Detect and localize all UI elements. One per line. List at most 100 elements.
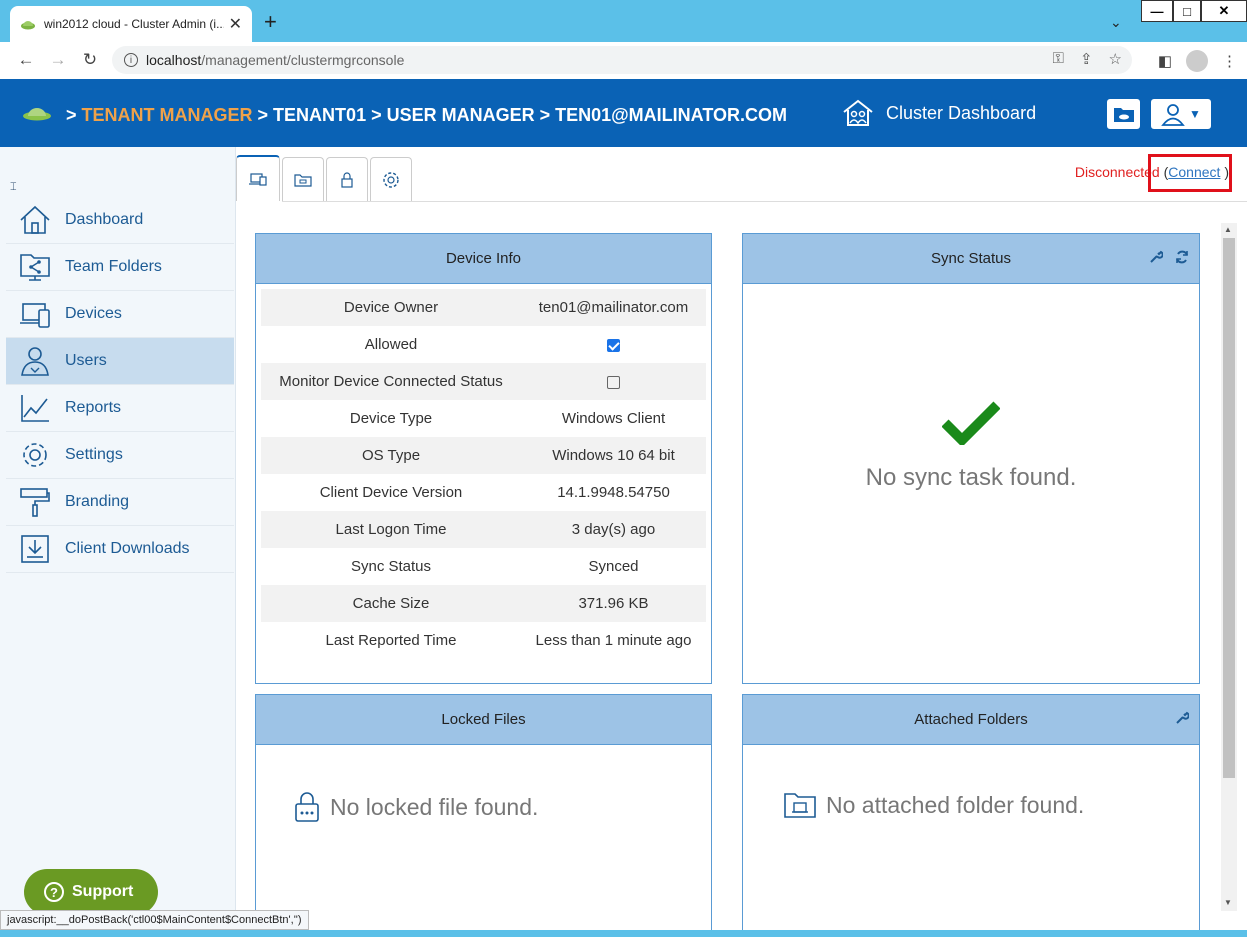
connect-highlight-box [1148,154,1232,192]
table-row: Last Logon Time 3 day(s) ago [261,511,706,548]
row-value: Windows 10 64 bit [552,447,675,464]
tab-folders[interactable] [282,157,324,201]
folder-icon [294,173,312,187]
maximize-button[interactable]: □ [1173,0,1201,22]
address-bar[interactable]: i localhost/management/clustermgrconsole… [112,46,1132,74]
line-chart-icon [18,391,52,425]
row-key: Cache Size [352,595,430,612]
scrollbar-thumb[interactable] [1223,238,1235,778]
row-value: ten01@mailinator.com [538,299,689,316]
tab-close-icon[interactable]: ✕ [229,14,242,34]
vertical-scrollbar[interactable]: ▲ ▼ [1221,223,1237,911]
main-content: Disconnected (Connect ) Device Info Devi… [236,147,1247,934]
browser-status-bar: javascript:__doPostBack('ctl00$MainConte… [0,910,309,930]
row-value: 371.96 KB [578,595,649,612]
menu-kebab-icon[interactable]: ⋮ [1222,52,1237,70]
attached-empty-message: No attached folder found. [826,791,1085,818]
sidebar-nav: Dashboard Team Folders Devices Users Rep… [6,197,234,573]
sidebar-item-label: Branding [65,493,130,510]
cloud-logo-icon[interactable] [22,105,52,121]
row-key: Last Logon Time [335,521,447,538]
tab-locked-files[interactable] [326,157,368,201]
key-icon[interactable]: ⚿ [1053,50,1064,68]
scroll-down-arrow-icon[interactable]: ▼ [1224,898,1232,907]
sidebar-item-users[interactable]: Users [6,338,234,385]
star-bookmark-icon[interactable]: ☆ [1109,50,1122,68]
row-value: 14.1.9948.54750 [557,484,670,501]
monitor-value [521,373,706,390]
device-icon [249,173,267,186]
sidebar-item-client-downloads[interactable]: Client Downloads [6,526,234,573]
monitor-status-checkbox[interactable] [607,375,620,389]
back-arrow-icon[interactable]: ← [10,50,42,70]
side-panel-icon[interactable]: ◧ [1158,52,1172,70]
attached-folders-panel: Attached Folders No attached folder foun… [742,694,1200,934]
allowed-checkbox[interactable] [607,338,620,352]
panel-tools [1175,711,1189,725]
support-button[interactable]: ? Support [24,869,158,915]
reload-icon[interactable]: ↻ [74,50,106,70]
forward-arrow-icon[interactable]: → [42,50,74,70]
url-text: localhost/management/clustermgrconsole [146,52,405,68]
device-tabs [236,155,412,201]
sidebar-item-team-folders[interactable]: Team Folders [6,244,234,291]
sidebar-item-devices[interactable]: Devices [6,291,234,338]
sidebar-item-label: Reports [65,399,122,416]
allowed-value [521,336,706,353]
user-menu-button[interactable]: ▼ [1151,99,1211,129]
sidebar: ⌶ Dashboard Team Folders Devices Users R… [0,147,236,915]
scroll-up-arrow-icon[interactable]: ▲ [1224,225,1232,234]
minimize-button[interactable]: — [1141,0,1173,22]
share-icon[interactable]: ⇪ [1080,50,1093,68]
users-icon [18,344,52,378]
device-info-panel: Device Info Device Owner ten01@mailinator… [255,233,712,684]
window-frame-bottom [0,930,1247,937]
cloud-folder-button[interactable] [1107,99,1140,129]
sidebar-item-dashboard[interactable]: Dashboard [6,197,234,244]
row-key: Last Reported Time [325,632,457,649]
sidebar-item-settings[interactable]: Settings [6,432,234,479]
browser-right-actions: ◧ ⋮ [1158,50,1237,72]
tab-search-chevron-icon[interactable]: ⌄ [1110,14,1122,31]
sync-status-header: Sync Status [743,234,1199,284]
table-row: Sync Status Synced [261,548,706,585]
site-info-icon[interactable]: i [124,53,138,67]
locked-empty-message: No locked file found. [330,793,539,820]
browser-tab[interactable]: win2012 cloud - Cluster Admin (i... ✕ [10,6,252,42]
close-window-button[interactable]: ✕ [1201,0,1247,22]
sync-empty-state: No sync task found. [743,399,1199,492]
support-label: Support [72,883,134,900]
row-key: Sync Status [350,558,432,575]
profile-avatar-icon[interactable] [1186,50,1208,72]
refresh-icon[interactable] [1175,250,1189,264]
wrench-icon[interactable] [1149,250,1163,264]
sidebar-item-reports[interactable]: Reports [6,385,234,432]
cluster-dashboard-link[interactable]: Cluster Dashboard [842,99,1036,127]
cloud-favicon-icon [21,21,35,30]
breadcrumb-tenant-manager[interactable]: TENANT MANAGER [82,105,253,125]
gear-icon [383,171,399,188]
device-info-table: Device Owner ten01@mailinator.com Allowed… [261,289,706,659]
row-value: Windows Client [561,410,666,427]
tab-settings[interactable] [370,157,412,201]
row-value: 3 day(s) ago [571,521,656,538]
browser-toolbar: ← → ↻ i localhost/management/clustermgrc… [0,42,1247,78]
row-key: OS Type [361,447,421,464]
breadcrumb-separator: > [66,105,77,125]
checkmark-icon [941,401,1001,448]
new-tab-button[interactable]: + [264,11,277,33]
collapse-sidebar-icon[interactable]: ⌶ [10,181,17,194]
device-info-header: Device Info [256,234,711,284]
omnibox-actions: ⚿ ⇪ ☆ [1053,50,1122,68]
locked-files-header: Locked Files [256,695,711,745]
tab-title: win2012 cloud - Cluster Admin (i... [44,17,224,31]
wrench-icon[interactable] [1175,711,1189,725]
tab-device-info[interactable] [236,155,280,201]
disconnected-label: Disconnected [1074,164,1160,180]
table-row: Device Owner ten01@mailinator.com [261,289,706,326]
paint-roller-icon [18,485,52,519]
sidebar-item-branding[interactable]: Branding [6,479,234,526]
sidebar-item-label: Team Folders [65,258,162,275]
padlock-icon [295,792,319,822]
lock-icon [341,171,353,188]
